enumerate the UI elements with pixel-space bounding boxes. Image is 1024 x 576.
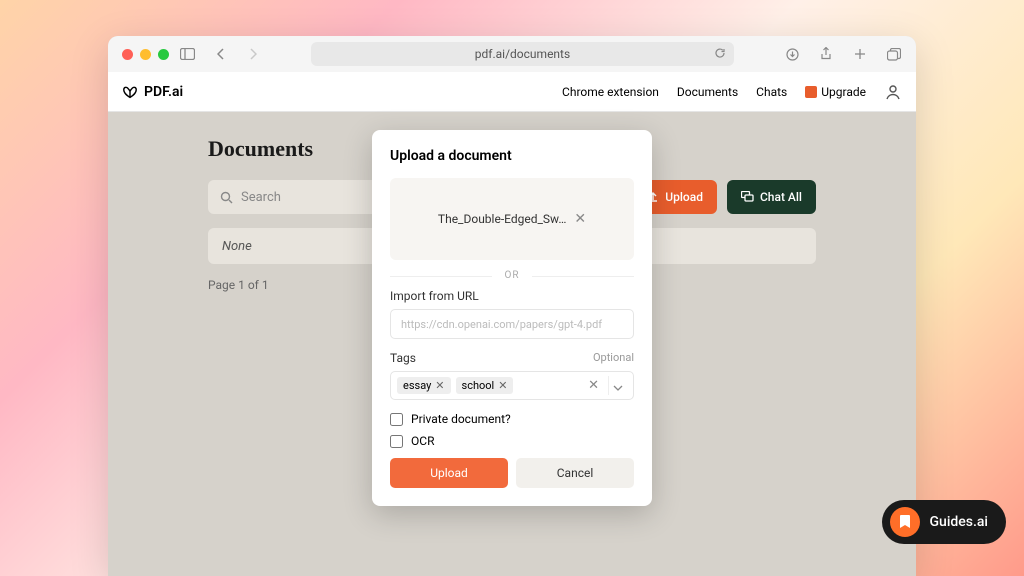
logo-text: PDF.ai (144, 84, 183, 100)
search-icon (220, 191, 233, 204)
upgrade-label: Upgrade (821, 85, 866, 99)
nav-upgrade[interactable]: Upgrade (805, 85, 866, 99)
file-remove-icon[interactable]: ✕ (574, 211, 586, 227)
app-logo[interactable]: PDF.ai (122, 84, 183, 100)
header-nav: Chrome extension Documents Chats Upgrade (562, 83, 902, 101)
modal-title: Upload a document (390, 148, 634, 164)
url-input[interactable] (390, 309, 634, 339)
download-icon[interactable] (784, 46, 800, 62)
tag-remove-icon[interactable]: ✕ (498, 379, 507, 392)
tags-clear-icon[interactable]: ✕ (584, 378, 603, 393)
ocr-checkbox[interactable] (390, 435, 403, 448)
app-header: PDF.ai Chrome extension Documents Chats … (108, 72, 916, 112)
share-icon[interactable] (818, 46, 834, 62)
account-icon[interactable] (884, 83, 902, 101)
logo-icon (122, 85, 138, 99)
traffic-lights (122, 49, 169, 60)
ocr-label: OCR (411, 434, 434, 448)
nav-chrome-extension[interactable]: Chrome extension (562, 85, 659, 99)
tags-dropdown-icon[interactable] (608, 376, 627, 395)
tags-field-label: Tags Optional (390, 351, 634, 365)
chat-icon (741, 191, 754, 203)
sidebar-toggle-icon[interactable] (179, 46, 195, 62)
tabs-icon[interactable] (886, 46, 902, 62)
private-checkbox[interactable] (390, 413, 403, 426)
modal-actions: Upload Cancel (390, 458, 634, 488)
guides-badge[interactable]: Guides.ai (882, 500, 1007, 544)
modal-upload-button[interactable]: Upload (390, 458, 508, 488)
window-close-button[interactable] (122, 49, 133, 60)
modal-cancel-button[interactable]: Cancel (516, 458, 634, 488)
bookmark-icon (890, 507, 920, 537)
url-text: pdf.ai/documents (475, 47, 570, 61)
guides-label: Guides.ai (930, 514, 989, 530)
tag-chip: essay ✕ (397, 377, 451, 394)
refresh-icon[interactable] (714, 47, 726, 62)
browser-toolbar: pdf.ai/documents (108, 36, 916, 72)
file-dropzone[interactable]: The_Double-Edged_Sw… ✕ (390, 178, 634, 260)
nav-chats[interactable]: Chats (756, 85, 787, 99)
file-name: The_Double-Edged_Sw… (438, 212, 566, 226)
nav-forward-icon[interactable] (245, 46, 261, 62)
upload-label: Upload (665, 190, 703, 204)
window-minimize-button[interactable] (140, 49, 151, 60)
nav-back-icon[interactable] (213, 46, 229, 62)
new-tab-icon[interactable] (852, 46, 868, 62)
url-bar[interactable]: pdf.ai/documents (311, 42, 734, 66)
chat-all-label: Chat All (760, 190, 802, 204)
url-label-text: Import from URL (390, 289, 479, 303)
tags-label-text: Tags (390, 351, 416, 365)
url-field-label: Import from URL (390, 289, 634, 303)
search-placeholder: Search (241, 190, 281, 205)
divider-or: OR (390, 270, 634, 281)
tags-optional-text: Optional (593, 351, 634, 365)
private-label: Private document? (411, 412, 511, 426)
chat-all-button[interactable]: Chat All (727, 180, 816, 214)
nav-documents[interactable]: Documents (677, 85, 738, 99)
empty-text: None (222, 239, 252, 254)
tag-remove-icon[interactable]: ✕ (435, 379, 444, 392)
private-checkbox-row[interactable]: Private document? (390, 412, 634, 426)
gift-icon (805, 86, 817, 98)
tag-chip: school ✕ (456, 377, 514, 394)
ocr-checkbox-row[interactable]: OCR (390, 434, 634, 448)
upload-modal: Upload a document The_Double-Edged_Sw… ✕… (372, 130, 652, 506)
window-maximize-button[interactable] (158, 49, 169, 60)
tags-input[interactable]: essay ✕ school ✕ ✕ (390, 371, 634, 400)
tag-label: essay (403, 379, 431, 392)
tag-label: school (462, 379, 495, 392)
